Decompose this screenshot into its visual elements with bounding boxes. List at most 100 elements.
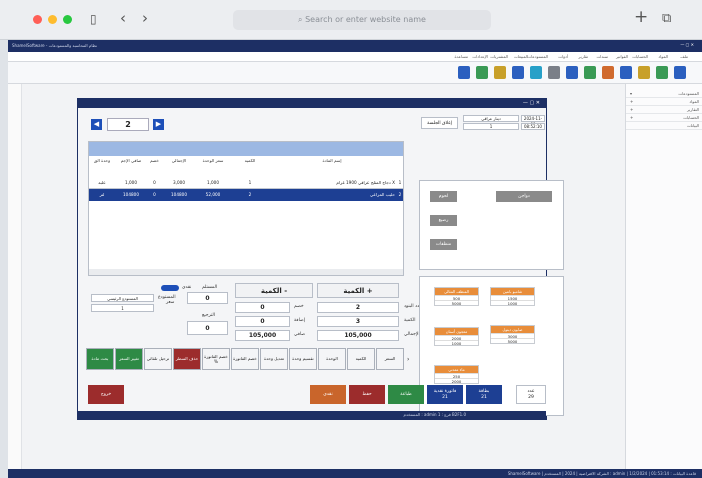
exit-button[interactable]: خروج <box>88 385 124 404</box>
close-session-button[interactable]: إغلاق الجلسة <box>421 117 458 129</box>
cash-toggle[interactable] <box>161 285 179 291</box>
toolbar-icon[interactable] <box>530 66 542 79</box>
product-card[interactable]: المنظف المثالي 500 5000 <box>434 287 479 306</box>
app-titlebar: ShamelSoftware - نظام المحاسبة والمستودع… <box>8 40 702 52</box>
menu-item[interactable]: الإعدادات <box>472 54 488 59</box>
menu-item[interactable]: ملف <box>680 54 688 59</box>
next-page-button[interactable]: ▶ <box>153 119 164 130</box>
return-field[interactable]: 0 <box>187 321 228 335</box>
toolbar-icon[interactable] <box>656 66 668 79</box>
column-header[interactable]: سعر الوحدة <box>195 158 231 168</box>
extra-field[interactable]: 0 <box>235 316 290 327</box>
toolbar-icon[interactable] <box>494 66 506 79</box>
product-card[interactable]: ماء معدني 250 2000 <box>434 365 479 384</box>
column-header[interactable]: الإجمالي <box>164 158 194 168</box>
table-row[interactable]: علبة 1,000 0 3,000 1,000 1 دجاج المثلج عراقي 1… <box>89 177 403 189</box>
dialog-window-controls[interactable]: — ▢ ✕ <box>523 100 540 106</box>
toolbar-icon[interactable] <box>638 66 650 79</box>
tabs-overview-icon[interactable]: ⧉ <box>662 11 671 26</box>
qty-plus-button[interactable]: الكمية + <box>317 283 399 298</box>
received-label: المستلم <box>202 285 218 290</box>
action-button[interactable]: تغيير السعر <box>115 348 143 370</box>
received-field[interactable]: 0 <box>187 292 228 304</box>
nav-item[interactable]: + المواد <box>626 98 702 106</box>
close-window-dot[interactable] <box>33 15 42 24</box>
menu-item[interactable]: المبيعات <box>514 54 528 59</box>
product-card[interactable]: شامبو بانتين 1500 1000 <box>490 287 535 306</box>
menu-item[interactable]: تقارير <box>578 54 588 59</box>
column-header[interactable]: خصم <box>146 158 163 168</box>
toolbar-icon[interactable] <box>584 66 596 79</box>
nav-item[interactable]: البيانات <box>626 122 702 130</box>
main-store-select[interactable]: المستودع الرئيسي <box>91 294 154 302</box>
store-code-field[interactable]: 1 <box>91 304 154 312</box>
column-header[interactable]: إسم المادة <box>269 158 395 168</box>
nav-item[interactable]: + الحسابات <box>626 114 702 122</box>
new-tab-icon[interactable]: + <box>634 7 648 27</box>
action-button[interactable]: تقسيم وحدة <box>289 348 317 370</box>
menu-item[interactable]: المواد <box>658 54 668 59</box>
nav-item[interactable]: ▾ المستودعات <box>626 90 702 98</box>
category-button[interactable]: رضيع <box>430 215 457 226</box>
rate-field[interactable]: 1 <box>463 123 519 130</box>
currency-select[interactable]: دينار عراقي <box>463 115 519 122</box>
sidebar-icon[interactable]: ▯ <box>90 12 97 26</box>
menu-item[interactable]: المشتريات <box>490 54 508 59</box>
column-header[interactable]: صافي الإجم <box>116 158 146 168</box>
product-card[interactable]: صابون ديتول 3000 5000 <box>490 325 535 344</box>
more-actions-icon[interactable]: › <box>407 356 409 363</box>
product-card[interactable]: معجون أسنان 2000 1000 <box>434 327 479 346</box>
menu-item[interactable]: الحسابات <box>632 54 648 59</box>
cash-bill-button[interactable]: فاتورة نقدية 21 <box>427 385 463 404</box>
menu-item[interactable]: أدوات <box>558 54 568 59</box>
table-scrollbar[interactable] <box>89 269 403 275</box>
action-button[interactable]: الوحدة <box>318 348 346 370</box>
maximize-window-dot[interactable] <box>63 15 72 24</box>
toolbar-icon[interactable] <box>674 66 686 79</box>
action-button[interactable]: خصم الفاتورة % <box>202 348 230 370</box>
column-header[interactable] <box>397 158 403 168</box>
menu-item[interactable]: المستودعات <box>527 54 548 59</box>
toolbar-icon[interactable] <box>548 66 560 79</box>
toolbar-icon[interactable] <box>458 66 470 79</box>
forward-icon[interactable]: › <box>142 9 148 27</box>
cash-pay-button[interactable]: نقدي <box>310 385 346 404</box>
back-icon[interactable]: ‹ <box>120 9 126 27</box>
nav-item[interactable]: + التقارير <box>626 106 702 114</box>
table-row[interactable]: لتر 104800 0 104800 52,000 2 حليب المراعي 2 <box>89 189 403 201</box>
prev-page-button[interactable]: ◀ <box>91 119 102 130</box>
qty-minus-button[interactable]: الكمية - <box>235 283 313 298</box>
action-button[interactable]: تعديل وحدة <box>260 348 288 370</box>
save-button[interactable]: حفظ <box>349 385 385 404</box>
credit-button[interactable]: بطاقة 21 <box>466 385 502 404</box>
product-stock: 5000 <box>435 300 478 306</box>
category-button[interactable]: لحوم <box>430 191 457 202</box>
menu-item[interactable]: الفواتير <box>616 54 628 59</box>
category-button[interactable]: منظفات <box>430 239 457 250</box>
action-button[interactable]: السعر <box>376 348 404 370</box>
url-bar[interactable]: ⌕ Search or enter website name <box>233 10 491 30</box>
minimize-window-dot[interactable] <box>48 15 57 24</box>
toolbar-icon[interactable] <box>512 66 524 79</box>
action-button[interactable]: ترحيل تلقائي <box>144 348 172 370</box>
menu-item[interactable]: سندات <box>596 54 608 59</box>
toolbar-icon[interactable] <box>476 66 488 79</box>
action-button[interactable]: الكمية <box>347 348 375 370</box>
app-window-controls[interactable]: — ▢ ✕ <box>680 42 694 47</box>
print-button[interactable]: طباعة <box>388 385 424 404</box>
time-field[interactable]: 08:52:10 <box>521 123 545 130</box>
date-field[interactable]: 2024-11-09 <box>521 115 545 127</box>
toolbar-icon[interactable] <box>620 66 632 79</box>
column-header[interactable]: الكمية <box>232 158 268 168</box>
action-button[interactable]: حذف السطر <box>173 348 201 370</box>
category-button[interactable]: دواجن <box>496 191 552 202</box>
toolbar-icon[interactable] <box>602 66 614 79</box>
toolbar-icon[interactable] <box>566 66 578 79</box>
menu-item[interactable]: مساعدة <box>454 54 468 59</box>
page-number[interactable]: 2 <box>107 118 149 131</box>
app-title: ShamelSoftware - نظام المحاسبة والمستودع… <box>12 43 97 48</box>
action-button[interactable]: بحث مادة <box>86 348 114 370</box>
action-button[interactable]: خصم الفاتورة <box>231 348 259 370</box>
column-header[interactable]: وحدة الق <box>89 158 115 168</box>
discount-field[interactable]: 0 <box>235 302 290 313</box>
